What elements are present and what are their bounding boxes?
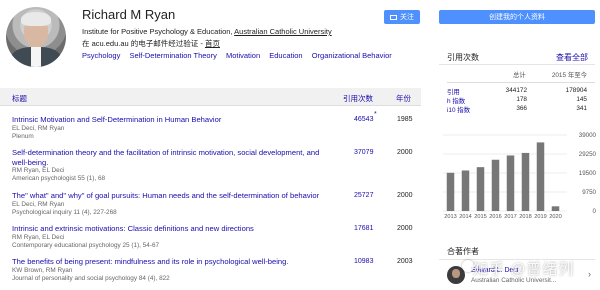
citations-bar-chart: 39000 29250 19500 9750 0 2013 2014 2015 2016 2017… — [443, 132, 597, 220]
view-all-link[interactable]: 查看全部 — [556, 52, 588, 63]
follow-label: 关注 — [400, 14, 414, 21]
x-tick-label: 2019 — [534, 214, 546, 220]
stats-since: 341 — [576, 105, 587, 112]
cited-count[interactable]: 46543 — [354, 116, 373, 123]
publication-row: The" what" and" why" of goal pursuits: H… — [0, 191, 421, 217]
stats-total: 178 — [516, 96, 527, 103]
publication-year: 1985 — [397, 116, 413, 123]
publication-authors: EL Deci, RM Ryan — [12, 125, 65, 132]
sort-by-cited[interactable]: 引用次数 — [343, 93, 373, 104]
cited-by-heading: 引用次数 — [447, 53, 479, 62]
publication-title[interactable]: Self-determination theory and the facili… — [12, 148, 332, 167]
publication-title[interactable]: The" what" and" why" of goal pursuits: H… — [12, 191, 332, 201]
y-tick-label: 39000 — [579, 132, 597, 139]
y-tick-label: 29250 — [579, 151, 597, 158]
publication-authors: EL Deci, RM Ryan — [12, 201, 65, 208]
publication-authors: KW Brown, RM Ryan — [12, 267, 73, 274]
stats-total: 344172 — [505, 87, 527, 94]
divider — [447, 82, 595, 83]
y-tick-label: 19500 — [579, 170, 597, 177]
bar-2017[interactable] — [506, 155, 515, 211]
publication-row: Intrinsic and extrinsic motivations: Cla… — [0, 224, 421, 250]
stats-row: 引用 344172 178904 — [447, 87, 595, 96]
publication-title[interactable]: Intrinsic and extrinsic motivations: Cla… — [12, 224, 332, 234]
email-verified-text: 在 acu.edu.au 的电子邮件经过验证 - — [82, 39, 205, 48]
publication-title[interactable]: The benefits of being present: mindfulne… — [12, 257, 332, 267]
coauthors-heading: 合著作者 — [447, 247, 479, 256]
coauthor-face — [452, 269, 460, 278]
x-tick-label: 2014 — [459, 214, 471, 220]
stats-label[interactable]: i10 指数 — [447, 105, 470, 114]
x-tick-label: 2017 — [504, 214, 516, 220]
merged-marker: * — [374, 111, 377, 118]
tag-link[interactable]: Organizational Behavior — [312, 51, 392, 60]
bar-2018[interactable] — [521, 152, 530, 211]
tag-link[interactable]: Self-Determination Theory — [129, 51, 216, 60]
x-tick-label: 2020 — [549, 214, 561, 220]
publication-year: 2000 — [397, 149, 413, 156]
tag-link[interactable]: Psychology — [82, 51, 120, 60]
follow-button[interactable]: 关注 — [384, 10, 420, 24]
profile-email: 在 acu.edu.au 的电子邮件经过验证 - 首页 — [82, 38, 220, 49]
publication-venue: Contemporary educational psychology 25 (… — [12, 242, 160, 249]
stats-label[interactable]: 引用 — [447, 87, 460, 96]
publications-table-header: 标题 引用次数 年份 — [0, 88, 421, 106]
x-tick-label: 2018 — [519, 214, 531, 220]
x-tick-label: 2016 — [489, 214, 501, 220]
mail-icon — [390, 14, 397, 20]
publication-venue: Psychological inquiry 11 (4), 227-268 — [12, 209, 117, 216]
profile-avatar — [6, 7, 66, 67]
profile-name: Richard M Ryan — [82, 7, 176, 22]
watermark: 知乎 @普绪列 — [473, 261, 575, 278]
publication-year: 2003 — [397, 258, 413, 265]
bar-2019[interactable] — [536, 142, 545, 211]
publication-authors: RM Ryan, EL Deci — [12, 167, 65, 174]
chevron-right-icon[interactable]: › — [588, 269, 591, 279]
avatar-hair — [21, 12, 51, 26]
publication-authors: RM Ryan, EL Deci — [12, 234, 65, 241]
bar-2013[interactable] — [446, 172, 455, 211]
cited-count[interactable]: 17681 — [354, 225, 373, 232]
publication-title[interactable]: Intrinsic Motivation and Self-Determinat… — [12, 115, 332, 125]
stats-header-since: 2015 年至今 — [551, 72, 587, 79]
cited-count[interactable]: 10983 — [354, 258, 373, 265]
stats-row: h 指数 178 145 — [447, 96, 595, 105]
profile-affiliation: Institute for Positive Psychology & Educ… — [82, 27, 332, 36]
publication-row: The benefits of being present: mindfulne… — [0, 257, 421, 283]
y-tick-label: 0 — [593, 208, 597, 215]
sort-by-title[interactable]: 标题 — [12, 93, 27, 104]
research-tags: Psychology Self-Determination Theory Mot… — [82, 51, 399, 60]
x-tick-label: 2013 — [444, 214, 456, 220]
publication-venue: Plenum — [12, 133, 34, 140]
stats-row: i10 指数 366 341 — [447, 105, 595, 114]
publication-year: 2000 — [397, 225, 413, 232]
stats-label[interactable]: h 指数 — [447, 96, 465, 105]
publication-venue: American psychologist 55 (1), 68 — [12, 175, 106, 182]
publication-year: 2000 — [397, 192, 413, 199]
x-tick-label: 2015 — [474, 214, 486, 220]
publication-row: Intrinsic Motivation and Self-Determinat… — [0, 111, 421, 141]
cited-count[interactable]: 25727 — [354, 192, 373, 199]
bar-2014[interactable] — [461, 170, 470, 211]
avatar-shirt — [31, 47, 41, 67]
bar-2020[interactable] — [551, 206, 560, 211]
publication-venue: Journal of personality and social psycho… — [12, 275, 170, 282]
affiliation-text: Institute for Positive Psychology & Educ… — [82, 27, 235, 36]
bar-2016[interactable] — [491, 159, 500, 211]
tag-link[interactable]: Motivation — [226, 51, 260, 60]
divider — [439, 64, 595, 65]
affiliation-link[interactable]: Australian Catholic University — [234, 27, 332, 36]
stats-total: 366 — [516, 105, 527, 112]
bar-2015[interactable] — [476, 167, 485, 211]
tag-link[interactable]: Education — [269, 51, 302, 60]
cited-count[interactable]: 37079 — [354, 149, 373, 156]
sort-by-year[interactable]: 年份 — [396, 93, 411, 104]
create-profile-button[interactable]: 创建我的个人资料 — [439, 10, 595, 24]
stats-since: 178904 — [565, 87, 587, 94]
homepage-link[interactable]: 首页 — [205, 39, 220, 48]
publication-row: Self-determination theory and the facili… — [0, 148, 421, 184]
stats-header-total: 总计 — [513, 72, 526, 79]
y-tick-label: 9750 — [582, 189, 596, 196]
stats-since: 145 — [576, 96, 587, 103]
